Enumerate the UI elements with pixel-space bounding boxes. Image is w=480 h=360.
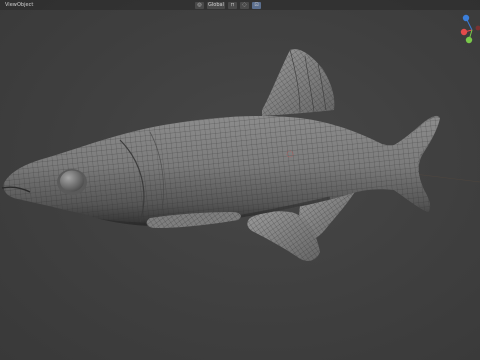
- gizmo-neg-x-axis[interactable]: [475, 25, 480, 31]
- dorsal-fin: [262, 49, 335, 116]
- proportional-edit-icon[interactable]: ◌: [239, 1, 249, 9]
- eye: [57, 169, 87, 195]
- navigation-gizmo[interactable]: [460, 10, 480, 50]
- transform-orientation-dropdown[interactable]: Global: [207, 1, 225, 9]
- header-tools: ◎ Global ⊓ ◌ ⊡: [195, 1, 261, 9]
- 3d-viewport[interactable]: View Object ◎ Global ⊓ ◌ ⊡: [0, 0, 480, 360]
- gizmo-y-axis[interactable]: [465, 36, 473, 44]
- snap-icon[interactable]: ⊓: [227, 1, 237, 9]
- fish-mesh[interactable]: [0, 0, 480, 360]
- viewport-header: View Object ◎ Global ⊓ ◌ ⊡: [0, 0, 480, 10]
- pivot-point-icon[interactable]: ◎: [195, 1, 204, 9]
- gizmo-x-axis[interactable]: [460, 28, 468, 36]
- menu-object[interactable]: Object: [15, 1, 35, 9]
- gizmo-z-axis[interactable]: [462, 14, 470, 22]
- transform-orientation-label: Global: [208, 1, 224, 8]
- overlay-icon[interactable]: ⊡: [251, 1, 261, 9]
